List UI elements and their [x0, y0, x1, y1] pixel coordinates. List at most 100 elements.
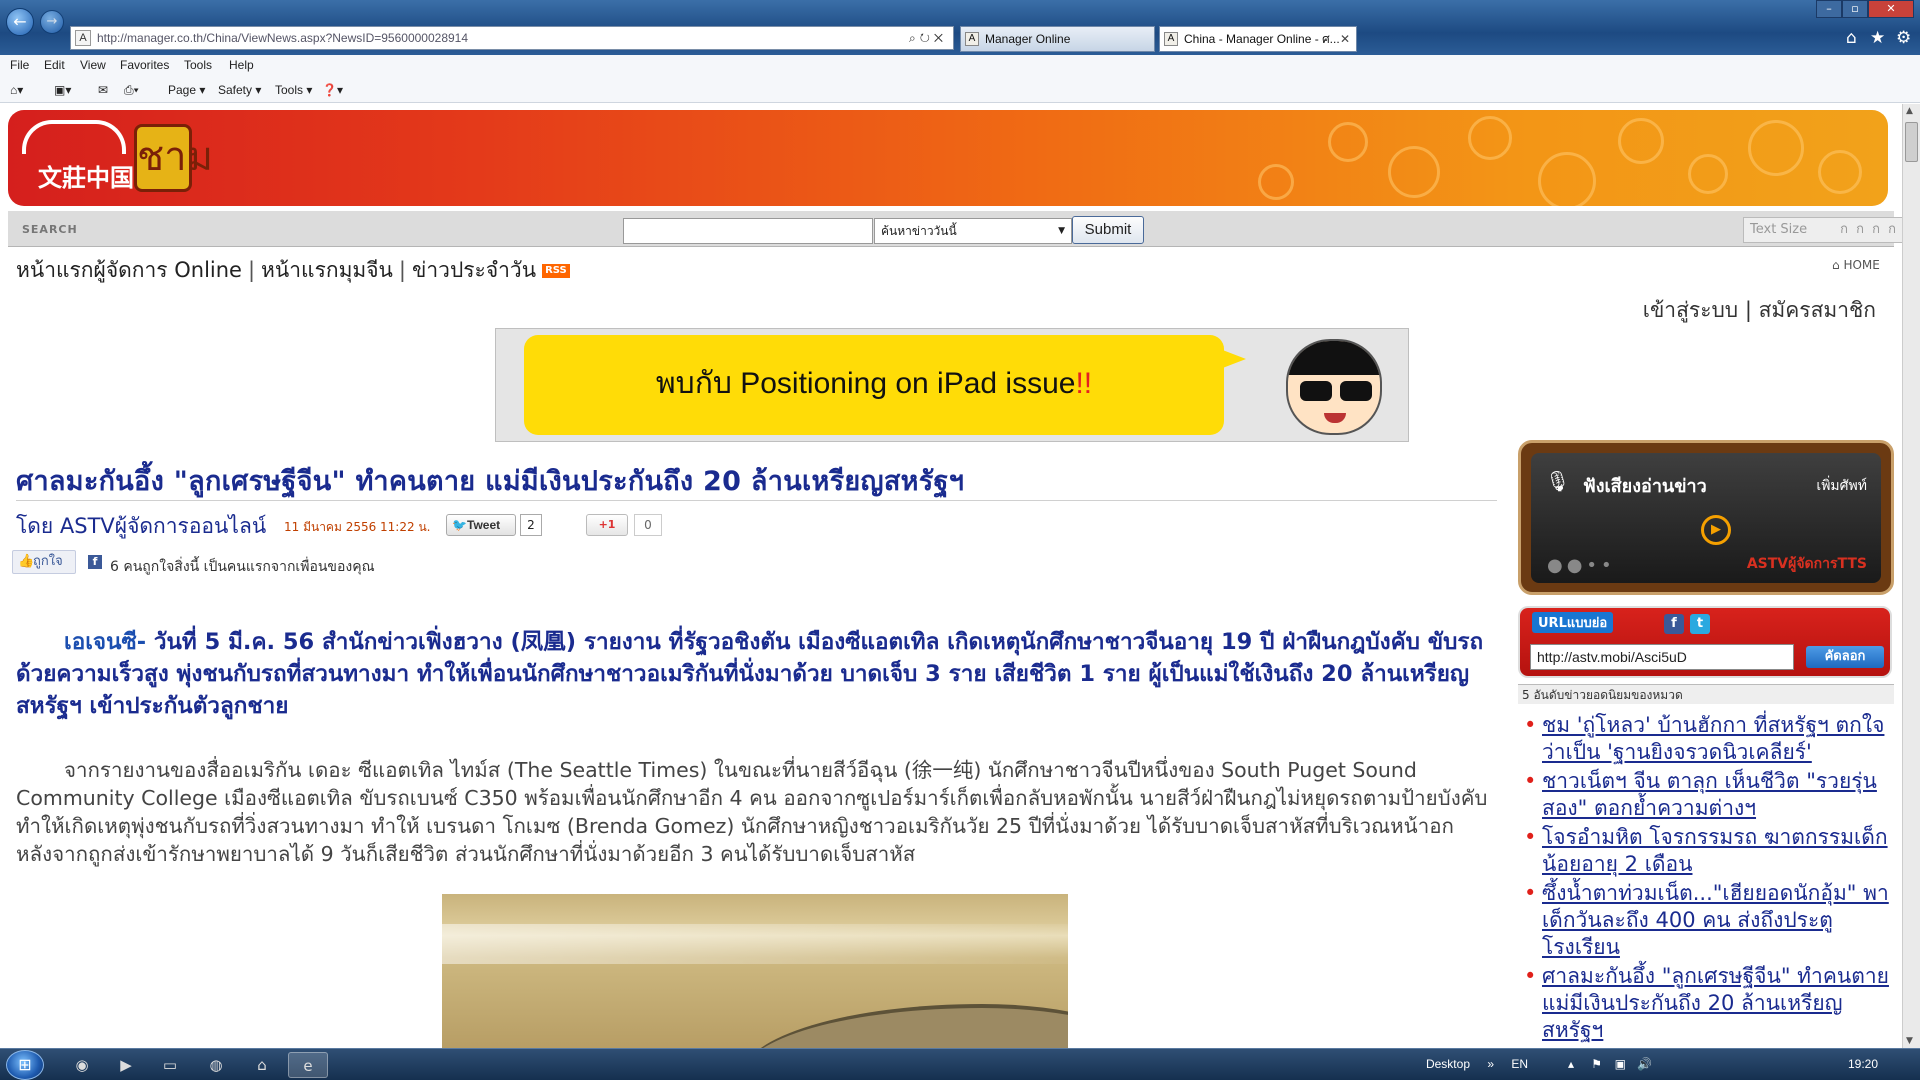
menu-file[interactable]: File [10, 58, 29, 72]
scroll-thumb[interactable] [1905, 122, 1918, 162]
article-photo [442, 894, 1068, 1048]
rss-icon[interactable]: RSS [542, 264, 570, 278]
facebook-icon[interactable]: f [1664, 614, 1684, 634]
copy-url-button[interactable]: คัดลอก [1806, 646, 1884, 668]
print-icon[interactable]: ⎙▾ [124, 83, 139, 98]
clock[interactable]: 19:20 [1848, 1057, 1878, 1071]
player-controls[interactable]: ●●•• [1547, 555, 1616, 576]
top-news-item[interactable]: ชม 'ถู่โหลว' บ้านฮักกา ที่สหรัฐฯ ตกใจ ว่… [1518, 712, 1894, 766]
page-menu[interactable]: Page ▾ [168, 83, 205, 97]
register-link[interactable]: สมัครสมาชิก [1759, 298, 1876, 322]
menu-tools[interactable]: Tools [184, 58, 212, 72]
page-icon: A [75, 30, 91, 46]
article-byline: โดย ASTVผู้จัดการออนไลน์ [16, 514, 267, 538]
folder-icon[interactable]: ▭ [150, 1052, 190, 1078]
favorites-star-icon[interactable]: ★ [1870, 28, 1885, 48]
facebook-like-button[interactable]: 👍 ถูกใจ [12, 550, 76, 574]
vertical-scrollbar[interactable]: ▲ ▼ [1902, 104, 1920, 1048]
menu-help[interactable]: Help [229, 58, 254, 72]
short-url-heading: URLแบบย่อ [1532, 612, 1614, 633]
logo-roof [22, 120, 126, 154]
scroll-down-icon[interactable]: ▼ [1906, 1036, 1913, 1046]
taskbar: ⊞ ◉ ▶ ▭ ◍ ⌂ e Desktop » EN ▴ ⚑ ▣ 🔊 19:20 [0, 1048, 1920, 1080]
tab-page-icon: A [1164, 32, 1178, 46]
text-size-options[interactable]: ก ก ก ก [1840, 218, 1898, 242]
home-link[interactable]: ⌂ HOME [1832, 258, 1880, 272]
firefox-icon[interactable]: ◍ [196, 1052, 236, 1078]
article-lead: เอเจนซี- วันที่ 5 มี.ค. 56 สำนักข่าวเฟิ่… [16, 626, 1488, 722]
play-icon[interactable]: ▶ [1701, 515, 1731, 545]
site-nav: หน้าแรกผู้จัดการ Online | หน้าแรกมุมจีน | ข่… [16, 254, 570, 287]
short-url-field[interactable]: http://astv.mobi/Asci5uD [1530, 644, 1794, 670]
app-icon[interactable]: ◉ [62, 1052, 102, 1078]
refresh-icon[interactable]: ↻ [920, 31, 934, 45]
ad-speech-bubble: พบกับ Positioning on iPad issue!! [524, 335, 1246, 435]
top-news-item[interactable]: ซึ้งน้ำตาท่วมเน็ต..."เฮียยอดนักอุ้ม" พาเ… [1518, 880, 1894, 961]
settings-gear-icon[interactable]: ⚙ [1896, 28, 1911, 48]
stop-icon[interactable]: ✕ [934, 31, 947, 45]
menu-edit[interactable]: Edit [44, 58, 65, 72]
address-bar[interactable]: A http://manager.co.th/China/ViewNews.as… [70, 26, 954, 50]
address-tools[interactable]: ⌕↻✕ [909, 27, 947, 49]
maximize-button[interactable]: ▫ [1842, 0, 1868, 18]
tray-up-icon[interactable]: ▴ [1568, 1057, 1574, 1071]
network-icon[interactable]: ⌂ [242, 1052, 282, 1078]
text-size-control[interactable]: Text Size ก ก ก ก [1743, 217, 1902, 243]
top-news-item[interactable]: ชาวเน็ตฯ จีน ตาลุก เห็นชีวิต "รวยรุ่นสอง… [1518, 768, 1894, 822]
command-bar: ⌂▾ ▣▾ ✉ ⎙▾ Page ▾ Safety ▾ Tools ▾ ❓▾ [0, 77, 1920, 103]
chevron-right-icon[interactable]: » [1487, 1057, 1494, 1071]
search-icon[interactable]: ⌕ [909, 31, 920, 45]
language-indicator[interactable]: EN [1511, 1057, 1528, 1071]
tts-brand: ASTVผู้จัดการTTS [1746, 556, 1867, 572]
home-icon[interactable]: ⌂ [1846, 28, 1857, 48]
close-button[interactable]: ✕ [1868, 0, 1914, 18]
twitter-bird-icon: 🐦 [452, 518, 467, 532]
site-logo-text[interactable]: 文莊中国 [38, 158, 134, 193]
tools-menu[interactable]: Tools ▾ [275, 83, 312, 97]
search-scope-select[interactable]: ค้นหาข่าววันนี้ ▼ [874, 218, 1072, 244]
chevron-down-icon: ▼ [1058, 226, 1065, 236]
mail-icon[interactable]: ✉ [98, 83, 108, 97]
home-icon[interactable]: ⌂▾ [10, 83, 23, 97]
tab-close-icon[interactable]: ✕ [1340, 27, 1350, 51]
tab-china-manager[interactable]: A China - Manager Online - ศ... ✕ [1159, 26, 1357, 52]
search-input[interactable] [623, 218, 873, 244]
divider [16, 500, 1497, 501]
top-news-item[interactable]: โจรอำมหิต โจรกรรมรถ ฆาตกรรมเด็กน้อยอายุ … [1518, 824, 1894, 878]
desktop-toolbar[interactable]: Desktop [1426, 1057, 1470, 1071]
help-icon[interactable]: ❓▾ [322, 83, 343, 97]
login-link[interactable]: เข้าสู่ระบบ [1643, 298, 1738, 322]
top-news-item[interactable]: ศาลมะกันอึ้ง "ลูกเศรษฐีจีน" ทำคนตาย แม่ม… [1518, 963, 1894, 1044]
top-news-header: 5 อันดับข่าวยอดนิยมของหมวด [1518, 684, 1894, 704]
nav-china-home[interactable]: หน้าแรกมุมจีน [261, 258, 393, 282]
search-submit-button[interactable]: Submit [1072, 216, 1144, 244]
nav-manager-home[interactable]: หน้าแรกผู้จัดการ Online [16, 258, 242, 282]
search-label: SEARCH [22, 223, 78, 236]
tab-label: Manager Online [985, 32, 1071, 46]
feeds-icon[interactable]: ▣▾ [54, 83, 71, 97]
tweet-button[interactable]: 🐦 Tweet [446, 514, 516, 536]
menu-favorites[interactable]: Favorites [120, 58, 169, 72]
lead-text: วันที่ 5 มี.ค. 56 สำนักข่าวเฟิ่งฮวาง (凤凰… [16, 629, 1484, 719]
volume-icon[interactable]: 🔊 [1637, 1057, 1652, 1071]
scroll-up-icon[interactable]: ▲ [1906, 106, 1913, 116]
back-button[interactable]: ← [6, 8, 34, 36]
safety-menu[interactable]: Safety ▾ [218, 83, 261, 97]
minimize-button[interactable]: – [1816, 0, 1842, 18]
media-player-icon[interactable]: ▶ [106, 1052, 146, 1078]
ad-banner[interactable]: พบกับ Positioning on iPad issue!! [495, 328, 1409, 442]
internet-explorer-icon[interactable]: e [288, 1052, 328, 1078]
search-scope-value: ค้นหาข่าววันนี้ [881, 224, 957, 238]
start-button[interactable]: ⊞ [6, 1050, 44, 1080]
site-banner: 文莊中国 ชาม [8, 110, 1888, 206]
twitter-icon[interactable]: t [1690, 614, 1710, 634]
forward-button[interactable]: → [40, 10, 64, 34]
address-text: http://manager.co.th/China/ViewNews.aspx… [97, 31, 469, 45]
nav-daily-news[interactable]: ข่าวประจำวัน [412, 258, 536, 282]
network-tray-icon[interactable]: ▣ [1615, 1057, 1626, 1071]
tray-icon-1[interactable]: ⚑ [1591, 1057, 1602, 1071]
google-plus-button[interactable]: +1 [586, 514, 628, 536]
menu-view[interactable]: View [80, 58, 106, 72]
vocabulary-link[interactable]: เพิ่มศัพท์ [1816, 475, 1867, 497]
tab-manager-online[interactable]: A Manager Online [960, 26, 1155, 52]
